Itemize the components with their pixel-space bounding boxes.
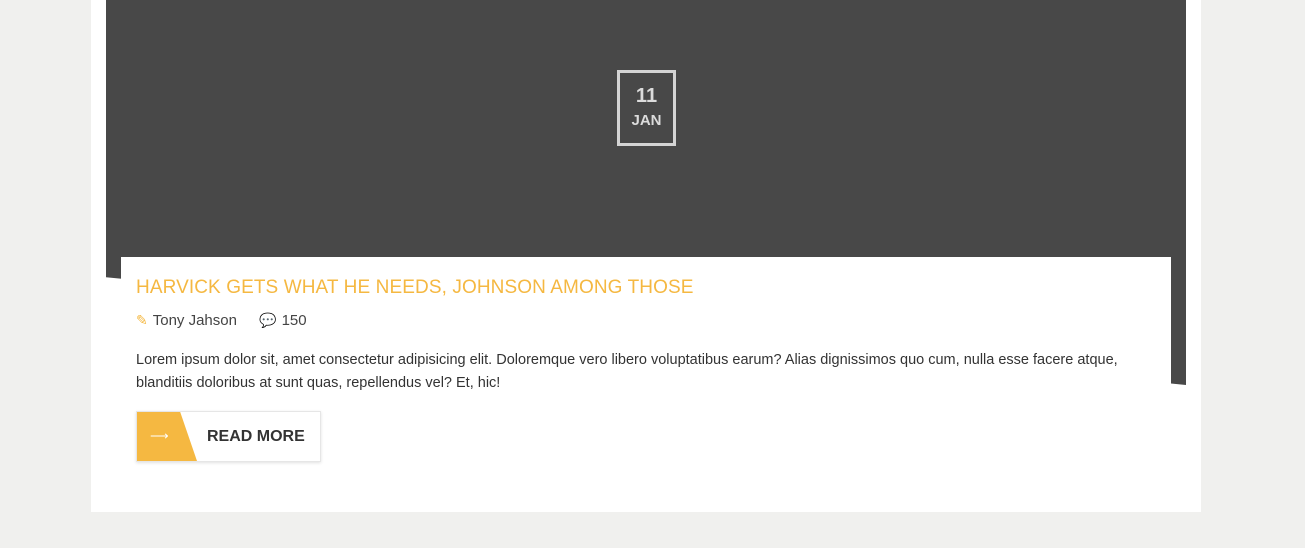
post-date-day: 11	[635, 85, 658, 107]
post-content: HARVICK GETS WHAT HE NEEDS, JOHNSON AMON…	[121, 257, 1171, 477]
post-author[interactable]: ✎ Tony Jahson	[136, 312, 237, 329]
read-more-label: READ MORE	[207, 428, 305, 445]
comments-icon: 💬	[259, 312, 277, 328]
post-date-month: JAN	[631, 112, 662, 129]
read-more-button[interactable]: ⟶ READ MORE	[136, 411, 321, 462]
post-title[interactable]: HARVICK GETS WHAT HE NEEDS, JOHNSON AMON…	[136, 277, 694, 299]
arrow-right-icon: ⟶	[150, 428, 169, 443]
post-comments[interactable]: 💬 150	[259, 312, 306, 329]
edit-icon: ✎	[136, 312, 148, 328]
post-date-badge: 11 JAN	[617, 70, 676, 146]
post-meta: ✎ Tony Jahson 💬 150	[136, 312, 325, 329]
post-author-name: Tony Jahson	[152, 312, 237, 329]
blog-post-card: 11 JAN HARVICK GETS WHAT HE NEEDS, JOHNS…	[91, 0, 1201, 512]
post-comments-count: 150	[281, 312, 307, 329]
post-excerpt: Lorem ipsum dolor sit, amet consectetur …	[136, 352, 1118, 391]
